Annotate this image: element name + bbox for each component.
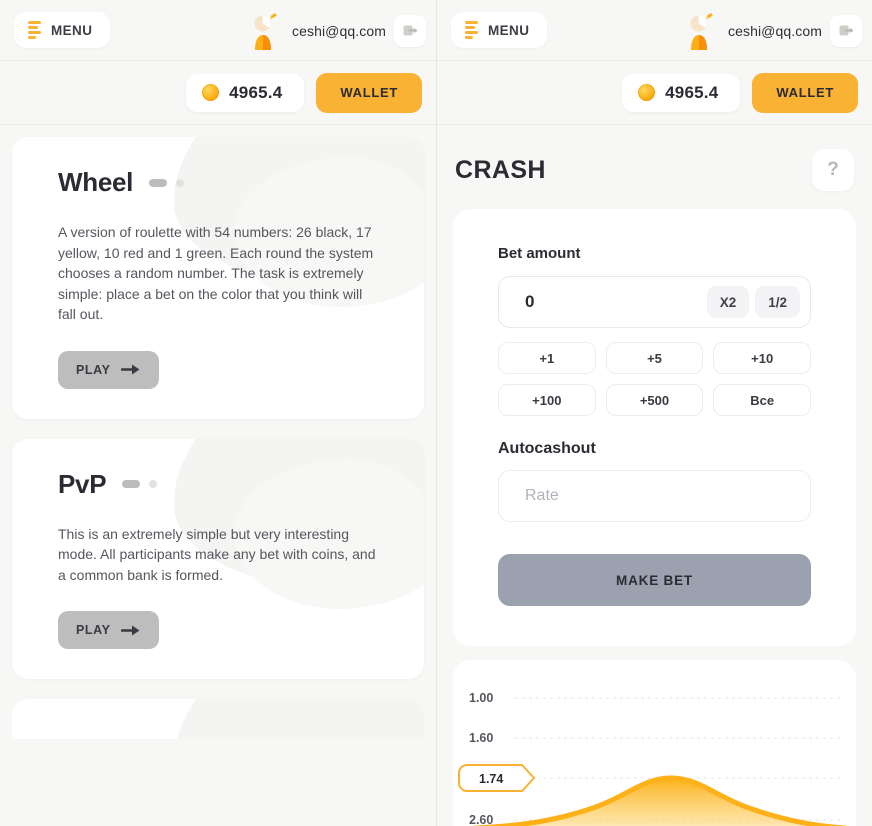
left-balance-bar: 4965.4 WALLET <box>0 61 436 125</box>
right-user-area: ceshi@qq.com <box>678 0 862 61</box>
play-button-wheel[interactable]: PLAY <box>58 350 159 389</box>
balance-chip[interactable]: 4965.4 <box>622 73 741 112</box>
bet-form-card: Bet amount 0 X2 1/2 +1 +5 +10 +100 +500 … <box>453 209 856 646</box>
pagination-dots[interactable] <box>122 480 158 488</box>
y-tick-2: 1.60 <box>469 731 493 745</box>
menu-button-label: MENU <box>51 22 93 38</box>
autocashout-label: Autocashout <box>498 440 596 457</box>
crash-chart: 1.00 1.60 2.60 1.74 <box>453 660 856 826</box>
bet-amount-label: Bet amount <box>498 245 581 262</box>
logout-arrow-icon <box>839 25 853 36</box>
bet-amount-value[interactable]: 0 <box>525 292 701 312</box>
play-button-label: PLAY <box>76 362 111 377</box>
crash-chart-svg: 1.00 1.60 2.60 1.74 <box>458 691 847 826</box>
autocashout-rate-input[interactable] <box>498 470 811 522</box>
card-header: PvP <box>58 469 378 500</box>
right-panel: MENU ceshi@qq.com 4965.4 WALLET CRASH ? … <box>437 0 872 826</box>
user-avatar-icon <box>242 10 284 52</box>
play-button-pvp[interactable]: PLAY <box>58 611 159 649</box>
balance-amount: 4965.4 <box>665 82 719 102</box>
quick-amount-button-5[interactable]: +5 <box>605 342 704 374</box>
wallet-button[interactable]: WALLET <box>752 72 858 113</box>
card-title: Wheel <box>58 167 134 197</box>
bet-multiply-button[interactable]: X2 <box>706 286 750 318</box>
menu-button[interactable]: MENU <box>14 12 111 48</box>
pagination-dot-active[interactable] <box>122 480 141 488</box>
game-card-list: Wheel A version of roulette with 54 numb… <box>0 125 436 751</box>
y-tick-3: 2.60 <box>469 813 493 826</box>
user-avatar-icon <box>678 10 720 52</box>
page-title: CRASH <box>455 155 546 184</box>
quick-amount-grid: +1 +5 +10 +100 +500 Bce <box>498 342 811 416</box>
y-tick-1: 1.00 <box>469 691 493 705</box>
wallet-button[interactable]: WALLET <box>316 72 422 113</box>
right-balance-bar: 4965.4 WALLET <box>437 61 872 125</box>
current-value-badge: 1.74 <box>458 764 536 792</box>
balance-chip[interactable]: 4965.4 <box>186 73 305 112</box>
crash-header: CRASH ? <box>455 149 854 191</box>
play-button-label: PLAY <box>76 623 111 637</box>
pagination-dot[interactable] <box>149 480 158 488</box>
bet-divide-button[interactable]: 1/2 <box>755 286 800 318</box>
left-topbar: MENU ceshi@qq.com <box>0 0 436 61</box>
card-description: This is an extremely simple but very int… <box>58 525 376 583</box>
left-panel: MENU ceshi@qq.com 4965.4 WALLET Wheel A … <box>0 0 437 826</box>
user-email: ceshi@qq.com <box>291 22 386 39</box>
quick-amount-button-10[interactable]: +10 <box>713 342 811 374</box>
arrow-right-icon <box>120 364 140 375</box>
card-title: PvP <box>58 468 107 499</box>
logout-button[interactable] <box>830 14 862 47</box>
coin-icon <box>638 84 656 101</box>
quick-amount-button-500[interactable]: +500 <box>605 384 704 416</box>
logout-arrow-icon <box>403 25 417 36</box>
hamburger-icon <box>465 21 478 39</box>
quick-amount-button-1[interactable]: +1 <box>498 342 596 374</box>
balance-amount: 4965.4 <box>229 82 283 102</box>
logout-button[interactable] <box>394 14 426 47</box>
app-screen: MENU ceshi@qq.com 4965.4 WALLET Wheel A … <box>0 0 872 826</box>
coin-icon <box>202 84 220 101</box>
bet-amount-field[interactable]: 0 X2 1/2 <box>498 276 811 328</box>
quick-amount-button-all[interactable]: Bce <box>713 384 811 416</box>
pagination-dots[interactable] <box>149 178 185 187</box>
right-topbar: MENU ceshi@qq.com <box>437 0 872 61</box>
pagination-dot[interactable] <box>176 178 185 187</box>
left-user-area: ceshi@qq.com <box>242 0 426 61</box>
pagination-dot-active[interactable] <box>149 178 168 187</box>
user-email: ceshi@qq.com <box>727 22 822 39</box>
make-bet-button[interactable]: MAKE BET <box>498 554 811 606</box>
menu-button[interactable]: MENU <box>451 12 548 48</box>
current-value-label: 1.74 <box>479 772 503 786</box>
quick-amount-button-100[interactable]: +100 <box>498 384 596 416</box>
game-card-wheel[interactable]: Wheel A version of roulette with 54 numb… <box>12 137 424 419</box>
menu-button-label: MENU <box>488 22 530 38</box>
arrow-right-icon <box>120 625 140 635</box>
decorative-blob <box>174 699 424 739</box>
card-header: Wheel <box>58 167 378 198</box>
game-card-pvp[interactable]: PvP This is an extremely simple but very… <box>12 438 424 679</box>
game-card-next-partial[interactable] <box>12 699 424 739</box>
help-icon[interactable]: ? <box>812 149 854 191</box>
hamburger-icon <box>28 21 41 39</box>
crash-section: CRASH ? Bet amount 0 X2 1/2 +1 +5 +10 +1… <box>437 125 872 826</box>
card-description: A version of roulette with 54 numbers: 2… <box>58 224 374 322</box>
